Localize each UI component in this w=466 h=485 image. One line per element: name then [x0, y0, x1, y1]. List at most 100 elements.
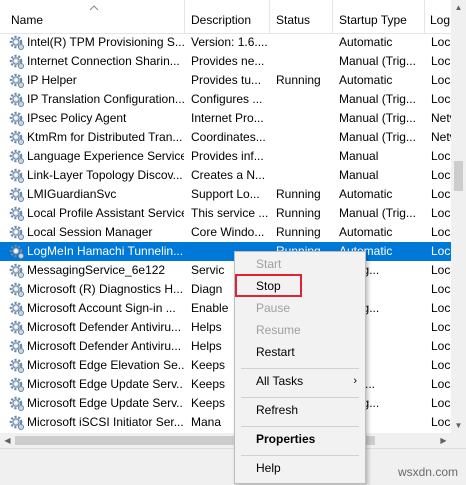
service-gear-icon — [9, 149, 24, 164]
table-row[interactable]: LogMeIn Hamachi Tunnelin...RunningAutoma… — [0, 242, 451, 261]
service-name: LogMeIn Hamachi Tunnelin... — [27, 244, 184, 258]
service-description: Provides tu... — [191, 73, 262, 87]
service-description: Creates a N... — [191, 168, 266, 182]
service-status — [276, 52, 334, 71]
scroll-left-icon[interactable]: ◀ — [0, 433, 15, 448]
vertical-scroll-thumb[interactable] — [454, 161, 463, 191]
menu-item-pause[interactable]: Pause — [235, 297, 365, 319]
service-status — [276, 166, 334, 185]
table-row[interactable]: IPsec Policy Agent Internet Pro... Manual … — [0, 109, 451, 128]
service-name: IPsec Policy Agent — [27, 111, 127, 125]
service-name: IP Helper — [27, 73, 77, 87]
submenu-arrow-icon: › — [353, 375, 357, 387]
service-startup-type: Manual (Trig... — [339, 111, 416, 125]
watermark: wsxdn.com — [397, 465, 458, 479]
status-bar: wsxdn.com — [0, 448, 466, 485]
table-row[interactable]: Local Profile Assistant Service This serv… — [0, 204, 451, 223]
service-gear-icon — [9, 377, 24, 392]
column-header-description[interactable]: Description — [185, 0, 270, 33]
table-row[interactable]: Microsoft Defender Antiviru...HelpslLoca — [0, 318, 451, 337]
table-row[interactable]: Microsoft Edge Elevation Se...KeepslLoca — [0, 356, 451, 375]
menu-separator — [241, 368, 359, 369]
service-log-on-as: Loca — [431, 54, 451, 68]
service-name: IP Translation Configuration... — [27, 92, 184, 106]
menu-item-refresh[interactable]: Refresh — [235, 399, 365, 421]
table-row[interactable]: Link-Layer Topology Discov... Creates a N… — [0, 166, 451, 185]
service-description: Version: 1.6.... — [191, 35, 268, 49]
table-row[interactable]: Intel(R) TPM Provisioning S... Version: 1… — [0, 33, 451, 52]
service-description: Internet Pro... — [191, 111, 264, 125]
table-row[interactable]: Internet Connection Sharin... Provides ne… — [0, 52, 451, 71]
service-gear-icon — [9, 301, 24, 316]
horizontal-scrollbar[interactable]: ◀ ▶ — [0, 433, 451, 448]
service-log-on-as: Loca — [431, 168, 451, 182]
service-name: Microsoft Account Sign-in ... — [27, 301, 176, 315]
service-name: Microsoft Edge Elevation Se... — [27, 358, 184, 372]
table-row[interactable]: Local Session Manager Core Windo... Runnin… — [0, 223, 451, 242]
service-log-on-as: Loca — [431, 35, 451, 49]
service-gear-icon — [9, 415, 24, 430]
menu-item-help[interactable]: Help — [235, 457, 365, 479]
table-row[interactable]: Language Experience Service Provides inf.… — [0, 147, 451, 166]
list-header: Name Description Status Startup Type Log — [0, 0, 451, 34]
table-row[interactable]: LMIGuardianSvc Support Lo... Running Automa… — [0, 185, 451, 204]
menu-item-resume[interactable]: Resume — [235, 319, 365, 341]
table-row[interactable]: Microsoft (R) Diagnostics H...DiagnlLoca — [0, 280, 451, 299]
service-startup-type: Automatic — [339, 187, 393, 201]
menu-separator — [241, 426, 359, 427]
column-header-startup-type[interactable]: Startup Type — [333, 0, 425, 33]
service-status — [276, 128, 334, 147]
service-name: LMIGuardianSvc — [27, 187, 117, 201]
service-description: This service ... — [191, 206, 269, 220]
service-name: Microsoft (R) Diagnostics H... — [27, 282, 184, 296]
table-row[interactable]: IP Helper Provides tu... Running Automatic L… — [0, 71, 451, 90]
menu-item-all-tasks-label: All Tasks — [256, 374, 304, 388]
stop-highlight-annotation — [235, 274, 302, 297]
scroll-right-icon[interactable]: ▶ — [436, 433, 451, 448]
service-log-on-as: Loca — [431, 149, 451, 163]
service-gear-icon — [9, 339, 24, 354]
service-gear-icon — [9, 358, 24, 373]
service-name: Language Experience Service — [27, 149, 184, 163]
service-log-on-as: Loca — [431, 358, 451, 372]
table-row[interactable]: Microsoft Edge Update Serv...Keepsatic (… — [0, 375, 451, 394]
column-header-log-on-as[interactable]: Log — [425, 0, 451, 33]
vertical-scrollbar[interactable]: ▲ ▼ — [451, 0, 466, 433]
service-status: Running — [276, 225, 321, 239]
service-log-on-as: Loca — [431, 282, 451, 296]
table-row[interactable]: Microsoft Defender Antiviru...HelpslLoca — [0, 337, 451, 356]
table-row[interactable]: Microsoft iSCSI Initiator Ser...ManalLoc… — [0, 413, 451, 432]
service-startup-type: Manual (Trig... — [339, 206, 416, 220]
menu-item-properties[interactable]: Properties — [235, 428, 365, 450]
service-log-on-as: Loca — [431, 225, 451, 239]
service-gear-icon — [9, 206, 24, 221]
table-row[interactable]: Microsoft Edge Update Serv...Keepsl (Tri… — [0, 394, 451, 413]
scroll-up-icon[interactable]: ▲ — [451, 0, 466, 15]
menu-item-restart[interactable]: Restart — [235, 341, 365, 363]
service-description: Support Lo... — [191, 187, 260, 201]
menu-item-all-tasks[interactable]: All Tasks › — [235, 370, 365, 392]
service-log-on-as: Loca — [431, 187, 451, 201]
menu-item-start[interactable]: Start — [235, 253, 365, 275]
service-status — [276, 147, 334, 166]
service-gear-icon — [9, 73, 24, 88]
service-startup-type: Manual (Trig... — [339, 130, 416, 144]
service-name: Microsoft Edge Update Serv... — [27, 396, 184, 410]
service-name: Link-Layer Topology Discov... — [27, 168, 183, 182]
service-log-on-as: Loca — [431, 415, 451, 429]
service-name: Microsoft Defender Antiviru... — [27, 339, 182, 353]
sort-ascending-icon — [89, 5, 99, 11]
column-header-status[interactable]: Status — [270, 0, 333, 33]
table-row[interactable]: Microsoft Account Sign-in ...Enablel (Tr… — [0, 299, 451, 318]
service-startup-type: Manual (Trig... — [339, 54, 416, 68]
menu-separator — [241, 455, 359, 456]
table-row[interactable]: KtmRm for Distributed Tran... Coordinates… — [0, 128, 451, 147]
service-name: KtmRm for Distributed Tran... — [27, 130, 183, 144]
service-startup-type: Manual (Trig... — [339, 92, 416, 106]
service-gear-icon — [9, 130, 24, 145]
service-log-on-as: Loca — [431, 92, 451, 106]
table-row[interactable]: MessagingService_6e122Servicl (Trig...Lo… — [0, 261, 451, 280]
service-description: Core Windo... — [191, 225, 265, 239]
scroll-down-icon[interactable]: ▼ — [451, 418, 466, 433]
table-row[interactable]: IP Translation Configuration... Configure… — [0, 90, 451, 109]
